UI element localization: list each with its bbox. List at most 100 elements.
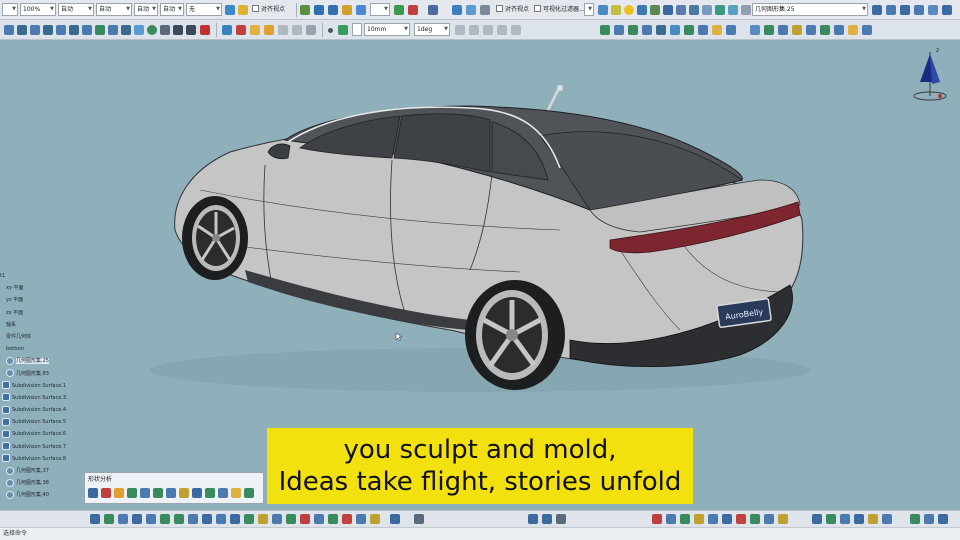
- layer-icon-1[interactable]: [872, 5, 882, 15]
- diagonal-icon[interactable]: [469, 25, 479, 35]
- render-icon-2[interactable]: [286, 514, 296, 524]
- clip-icon[interactable]: [408, 5, 418, 15]
- view-align-icon[interactable]: [480, 5, 490, 15]
- tree-node[interactable]: Subdivision Surface.1: [0, 380, 80, 392]
- select-icon[interactable]: [90, 514, 100, 524]
- tool-icon-16[interactable]: [882, 514, 892, 524]
- cutting-plane-icon[interactable]: [166, 488, 176, 498]
- snap-icon[interactable]: [356, 5, 366, 15]
- isophotes-icon[interactable]: [244, 488, 254, 498]
- first-frame-icon[interactable]: [173, 25, 183, 35]
- surface-icon-8[interactable]: [698, 25, 708, 35]
- tool-icon-8[interactable]: [750, 514, 760, 524]
- tool-icon-3[interactable]: [680, 514, 690, 524]
- multi-view-icon[interactable]: [202, 514, 212, 524]
- shape-analysis-toolbar[interactable]: 形状分析: [84, 472, 264, 504]
- paint-format-icon[interactable]: [225, 5, 235, 15]
- print-icon[interactable]: [278, 25, 288, 35]
- paste-icon[interactable]: [306, 25, 316, 35]
- tool-icon-11[interactable]: [812, 514, 822, 524]
- shading-mode-icon[interactable]: [230, 514, 240, 524]
- tool-icon-2[interactable]: [666, 514, 676, 524]
- surface-icon-7[interactable]: [684, 25, 694, 35]
- manipulator-pin[interactable]: [546, 89, 560, 111]
- tool-icon-6[interactable]: [722, 514, 732, 524]
- fit-all-icon[interactable]: [118, 514, 128, 524]
- render-icon-1[interactable]: [272, 514, 282, 524]
- view-fit-icon[interactable]: [452, 5, 462, 15]
- highlight-lines-icon[interactable]: [205, 488, 215, 498]
- render-icon-4[interactable]: [314, 514, 324, 524]
- auto-select-1[interactable]: 自动 ▼: [58, 3, 94, 16]
- connect-check-icon[interactable]: [88, 488, 98, 498]
- curve-icon-4[interactable]: [792, 25, 802, 35]
- view-dropdown[interactable]: ▼: [2, 3, 18, 16]
- zoom-select[interactable]: 100% ▼: [20, 3, 56, 16]
- surface-icon-5[interactable]: [656, 25, 666, 35]
- zoom-in-icon[interactable]: [160, 514, 170, 524]
- arrow-icon[interactable]: [511, 25, 521, 35]
- reflection-lines-icon[interactable]: [179, 488, 189, 498]
- surface-icon-3[interactable]: [628, 25, 638, 35]
- revolve-icon[interactable]: [56, 25, 66, 35]
- normal-icon[interactable]: [188, 514, 198, 524]
- zoom-area-icon[interactable]: [4, 25, 14, 35]
- tool-icon-14[interactable]: [854, 514, 864, 524]
- tree-node[interactable]: t1: [0, 270, 80, 282]
- layer-icon-2[interactable]: [886, 5, 896, 15]
- auto-select-2[interactable]: 自动 ▼: [96, 3, 132, 16]
- layer-select[interactable]: 无 ▼: [186, 3, 222, 16]
- curve-icon-6[interactable]: [820, 25, 830, 35]
- sketch-icon-2[interactable]: [542, 514, 552, 524]
- tool-icon-12[interactable]: [826, 514, 836, 524]
- update-icon[interactable]: [300, 5, 310, 15]
- tree-node[interactable]: yz 平面: [0, 294, 80, 306]
- tool-icon-18[interactable]: [924, 514, 934, 524]
- render-icon-5[interactable]: [328, 514, 338, 524]
- specification-tree[interactable]: t1 xy 平面 yz 平面 zx 平面 轴系 零件几何体 bottom 几何图形集.25 几何…: [0, 270, 80, 502]
- environment-mapping-icon[interactable]: [218, 488, 228, 498]
- loft-icon[interactable]: [69, 25, 79, 35]
- surface-icon-2[interactable]: [614, 25, 624, 35]
- tree-node[interactable]: Subdivision Surface.6: [0, 428, 80, 440]
- surface-icon-9[interactable]: [712, 25, 722, 35]
- record-icon[interactable]: [200, 25, 210, 35]
- tree-node[interactable]: bottom: [0, 343, 80, 355]
- snap-viewpoint-checkbox-1[interactable]: [252, 5, 259, 12]
- curve-icon-8[interactable]: [848, 25, 858, 35]
- filter-dropdown[interactable]: ▼: [584, 3, 594, 16]
- curvature-icon[interactable]: [101, 488, 111, 498]
- snap-grid-icon[interactable]: [338, 25, 348, 35]
- plane-view-icon[interactable]: [702, 5, 712, 15]
- globe-icon[interactable]: [147, 25, 157, 35]
- render-icon-3[interactable]: [300, 514, 310, 524]
- layer-icon-3[interactable]: [900, 5, 910, 15]
- tool-icon-7[interactable]: [736, 514, 746, 524]
- render-icon-8[interactable]: [370, 514, 380, 524]
- tool-icon-17[interactable]: [910, 514, 920, 524]
- tree-node[interactable]: 轴系: [0, 319, 80, 331]
- fly-icon[interactable]: [104, 514, 114, 524]
- geometric-set-select[interactable]: 几何图形集.25 ▼: [752, 3, 868, 16]
- rotate-view-icon[interactable]: [146, 514, 156, 524]
- tree-node[interactable]: 几何图形集.40: [0, 489, 80, 501]
- layer-icon-5[interactable]: [928, 5, 938, 15]
- compass-icon[interactable]: z: [912, 44, 952, 102]
- curve-icon-2[interactable]: [764, 25, 774, 35]
- split-icon[interactable]: [108, 25, 118, 35]
- slope-icon[interactable]: [483, 25, 493, 35]
- tree-node[interactable]: Subdivision Surface.3: [0, 392, 80, 404]
- 3d-viewport[interactable]: AuroBelly z t1 xy 平面 yz 平面 zx 平面 轴系 零件几何…: [0, 40, 960, 510]
- brush-icon[interactable]: [238, 5, 248, 15]
- box-icon[interactable]: [17, 25, 27, 35]
- sketch-icon-1[interactable]: [528, 514, 538, 524]
- sphere-icon[interactable]: [394, 5, 404, 15]
- curve-icon-9[interactable]: [862, 25, 872, 35]
- redo-icon[interactable]: [328, 5, 338, 15]
- snap-viewpoint-checkbox-2[interactable]: [496, 5, 503, 12]
- fill-icon[interactable]: [82, 25, 92, 35]
- inflection-icon[interactable]: [192, 488, 202, 498]
- iso-view-icon[interactable]: [216, 514, 226, 524]
- tool-icon-4[interactable]: [694, 514, 704, 524]
- offset-icon[interactable]: [134, 25, 144, 35]
